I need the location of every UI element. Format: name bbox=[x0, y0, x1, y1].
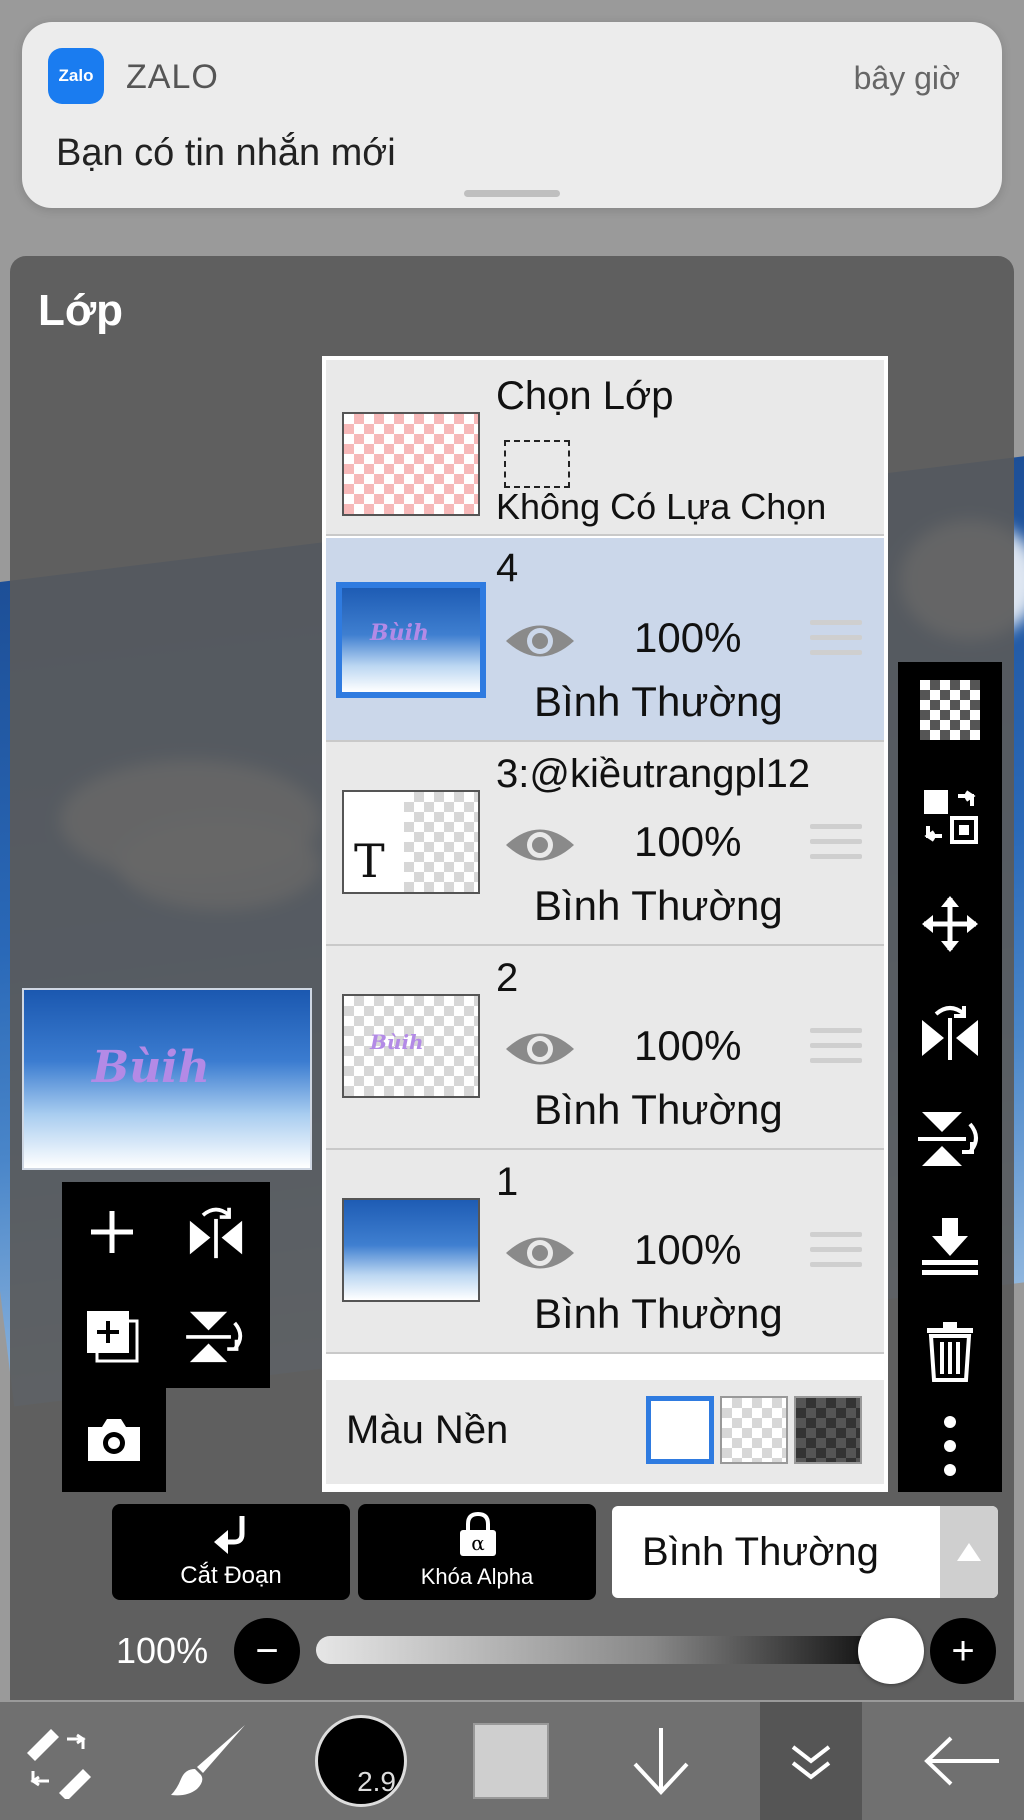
back-arrow-icon[interactable] bbox=[906, 1702, 1016, 1820]
opacity-decrease-button[interactable]: − bbox=[234, 1618, 300, 1684]
text-layer-t-icon: T bbox=[354, 834, 385, 888]
layer-row-4[interactable]: Bùih 4 100% Bình Thường bbox=[326, 538, 884, 742]
layer-blend-mode: Bình Thường bbox=[534, 1290, 783, 1337]
layer-opacity[interactable]: 100% bbox=[634, 1022, 741, 1070]
layer-blend-mode: Bình Thường bbox=[534, 678, 783, 725]
brush-icon[interactable] bbox=[154, 1702, 264, 1820]
notification-message: Bạn có tin nhắn mới bbox=[56, 132, 396, 174]
canvas-preview[interactable]: Bùih bbox=[22, 988, 312, 1170]
trash-icon[interactable] bbox=[898, 1312, 1002, 1392]
notification-grab-handle[interactable] bbox=[464, 190, 560, 197]
layers-icon[interactable] bbox=[760, 1702, 862, 1820]
zalo-logo-text: Zalo bbox=[58, 66, 94, 85]
flip-layer-icon[interactable] bbox=[166, 1182, 266, 1282]
layer-thumbnail bbox=[342, 1198, 480, 1302]
bg-swatch-dark[interactable] bbox=[794, 1396, 862, 1464]
text-layer-marker: T bbox=[344, 792, 404, 892]
layer-actions-toolbar bbox=[898, 662, 1002, 1492]
drag-handle-icon[interactable] bbox=[810, 824, 862, 869]
camera-icon[interactable] bbox=[64, 1390, 164, 1490]
brush-size-value: 2.9 bbox=[357, 1766, 396, 1797]
chevron-up-icon[interactable] bbox=[940, 1506, 998, 1598]
layer-opacity[interactable]: 100% bbox=[634, 818, 741, 866]
alpha-lock-button[interactable]: α Khóa Alpha bbox=[358, 1504, 596, 1600]
selection-layer-row[interactable]: Chọn Lớp Không Có Lựa Chọn bbox=[326, 360, 884, 536]
selection-layer-title: Chọn Lớp bbox=[496, 374, 674, 418]
drag-handle-icon[interactable] bbox=[810, 1028, 862, 1073]
merge-down-icon[interactable] bbox=[898, 1206, 1002, 1286]
zalo-app-icon: Zalo bbox=[48, 48, 104, 104]
layer-row-1[interactable]: 1 100% Bình Thường bbox=[326, 1150, 884, 1354]
drag-handle-icon[interactable] bbox=[810, 1232, 862, 1277]
clipping-icon bbox=[214, 1516, 245, 1554]
visibility-eye-icon[interactable] bbox=[504, 1026, 576, 1072]
layer-row-2[interactable]: Bùih 2 100% Bình Thường bbox=[326, 946, 884, 1150]
preview-watermark: Bùih bbox=[92, 1042, 210, 1093]
thumbnail-watermark: Bùih bbox=[370, 1030, 424, 1054]
alpha-lock-label: Khóa Alpha bbox=[420, 1564, 534, 1589]
color-swatch[interactable] bbox=[456, 1702, 566, 1820]
opacity-increase-button[interactable]: + bbox=[930, 1618, 996, 1684]
svg-text:α: α bbox=[471, 1531, 485, 1555]
bg-swatch-transparent[interactable] bbox=[720, 1396, 788, 1464]
layer-tools-block bbox=[62, 1182, 270, 1388]
swap-layers-icon[interactable] bbox=[898, 776, 1002, 856]
thumbnail-transparency bbox=[404, 792, 478, 892]
layer-list: Chọn Lớp Không Có Lựa Chọn Bùih 4 100% B… bbox=[322, 356, 888, 1492]
layer-thumbnail: Bùih bbox=[342, 994, 480, 1098]
layer-name: 1 bbox=[496, 1160, 519, 1204]
background-color-row: Màu Nền bbox=[326, 1380, 884, 1484]
visibility-eye-icon[interactable] bbox=[504, 1230, 576, 1276]
notification-time: bây giờ bbox=[853, 60, 960, 96]
panel-title: Lớp bbox=[38, 286, 124, 335]
flip-vertical-icon[interactable] bbox=[898, 1098, 1002, 1178]
layer-opacity[interactable]: 100% bbox=[634, 614, 741, 662]
selection-layer-subtitle: Không Có Lựa Chọn bbox=[496, 486, 827, 527]
blend-mode-value: Bình Thường bbox=[642, 1530, 879, 1574]
clipping-label: Cắt Đoạn bbox=[180, 1562, 282, 1589]
layer-opacity[interactable]: 100% bbox=[634, 1226, 741, 1274]
clipping-button[interactable]: Cắt Đoạn bbox=[112, 1504, 350, 1600]
selection-marquee-icon bbox=[504, 440, 570, 488]
add-layer-icon[interactable] bbox=[62, 1182, 162, 1282]
plus-icon: + bbox=[951, 1628, 975, 1673]
blend-mode-select[interactable]: Bình Thường bbox=[612, 1506, 998, 1598]
selection-layer-thumbnail bbox=[342, 412, 480, 516]
flip-horizontal-icon[interactable] bbox=[898, 992, 1002, 1072]
layer-name: 3:@kiềutrangpl12 bbox=[496, 752, 811, 796]
opacity-slider-knob[interactable] bbox=[858, 1618, 924, 1684]
notification-banner[interactable]: Zalo ZALO bây giờ Bạn có tin nhắn mới bbox=[22, 22, 1002, 208]
background-color-label: Màu Nền bbox=[346, 1408, 509, 1452]
layer-blend-mode: Bình Thường bbox=[534, 1086, 783, 1133]
minus-icon: − bbox=[255, 1628, 279, 1673]
duplicate-layer-icon[interactable] bbox=[62, 1286, 162, 1386]
layer-name: 4 bbox=[496, 546, 519, 590]
layer-row-3[interactable]: T 3:@kiềutrangpl12 100% Bình Thường bbox=[326, 742, 884, 946]
new-transparent-layer-icon[interactable] bbox=[898, 670, 1002, 750]
opacity-label: 100% bbox=[116, 1630, 209, 1671]
opacity-slider[interactable] bbox=[316, 1636, 876, 1664]
brush-size-button[interactable]: 2.9 bbox=[306, 1702, 416, 1820]
bottom-toolbar: 2.9 bbox=[0, 1702, 1024, 1820]
layer-thumbnail: T bbox=[342, 790, 480, 894]
bg-swatch-white[interactable] bbox=[646, 1396, 714, 1464]
layer-thumbnail: Bùih bbox=[336, 582, 486, 698]
drag-handle-icon[interactable] bbox=[810, 620, 862, 665]
lock-icon: α bbox=[460, 1512, 496, 1556]
layer-blend-mode: Bình Thường bbox=[534, 882, 783, 929]
move-icon[interactable] bbox=[898, 884, 1002, 964]
rotate-layer-icon[interactable] bbox=[166, 1286, 266, 1386]
arrow-down-icon[interactable] bbox=[606, 1702, 716, 1820]
layer-name: 2 bbox=[496, 956, 519, 1000]
brush-size-circle: 2.9 bbox=[315, 1715, 407, 1807]
thumbnail-watermark: Bùih bbox=[370, 620, 429, 646]
camera-tool-block bbox=[62, 1388, 166, 1492]
visibility-eye-icon[interactable] bbox=[504, 822, 576, 868]
more-icon[interactable] bbox=[898, 1406, 1002, 1486]
current-color bbox=[473, 1723, 549, 1799]
transform-icon[interactable] bbox=[4, 1702, 114, 1820]
notification-app-name: ZALO bbox=[126, 58, 219, 96]
visibility-eye-icon[interactable] bbox=[504, 618, 576, 664]
